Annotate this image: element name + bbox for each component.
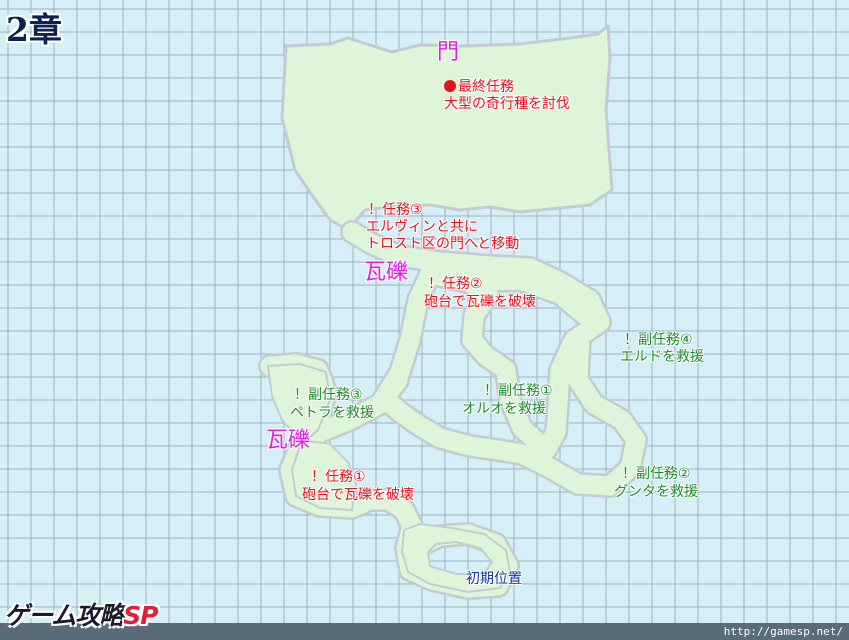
mission-3-description-1: エルヴィンと共に [366, 219, 478, 235]
mission-1-title: ！任務① [311, 469, 366, 485]
sub-mission-3-description: ペトラを救援 [290, 405, 374, 421]
final-mission-description: 大型の奇行種を討伐 [444, 96, 570, 112]
mission-2-title: ！任務② [428, 276, 483, 292]
mission-2-description: 砲台で瓦礫を破壊 [424, 294, 536, 310]
gate-landmark-label: 門 [437, 40, 460, 65]
start-point-label: 初期位置 [466, 571, 522, 587]
chapter-title: 2章 [6, 10, 62, 49]
sub-mission-1-title: ！副任務① [484, 383, 553, 399]
sub-mission-4-title: ！副任務④ [624, 332, 693, 348]
map-canvas [0, 0, 849, 640]
sub-mission-3-title: ！副任務③ [294, 387, 363, 403]
sub-mission-1-description: オルオを救援 [462, 401, 546, 417]
brand-logo-main: ゲーム攻略 [4, 601, 124, 630]
mission-3-title: ！任務③ [368, 202, 423, 218]
sub-mission-2-description: グンタを救援 [614, 484, 698, 500]
brand-logo-suffix: SP [123, 601, 158, 630]
red-dot-icon [444, 80, 456, 92]
rubble-lower-landmark-label: 瓦礫 [266, 428, 311, 453]
mission-3-description-2: トロスト区の門へと移動 [366, 236, 520, 252]
map: 2章 門 最終任務 大型の奇行種を討伐 ！任務③ エルヴィンと共に トロスト区の… [0, 0, 849, 640]
sub-mission-2-title: ！副任務② [622, 466, 691, 482]
rubble-upper-landmark-label: 瓦礫 [364, 260, 409, 285]
brand-logo: ゲーム攻略SP [4, 600, 159, 632]
mission-1-description: 砲台で瓦礫を破壊 [302, 487, 414, 503]
site-url[interactable]: http://gamesp.net/ [724, 624, 843, 639]
sub-mission-4-description: エルドを救援 [620, 349, 704, 365]
final-mission-title: 最終任務 [444, 79, 514, 95]
